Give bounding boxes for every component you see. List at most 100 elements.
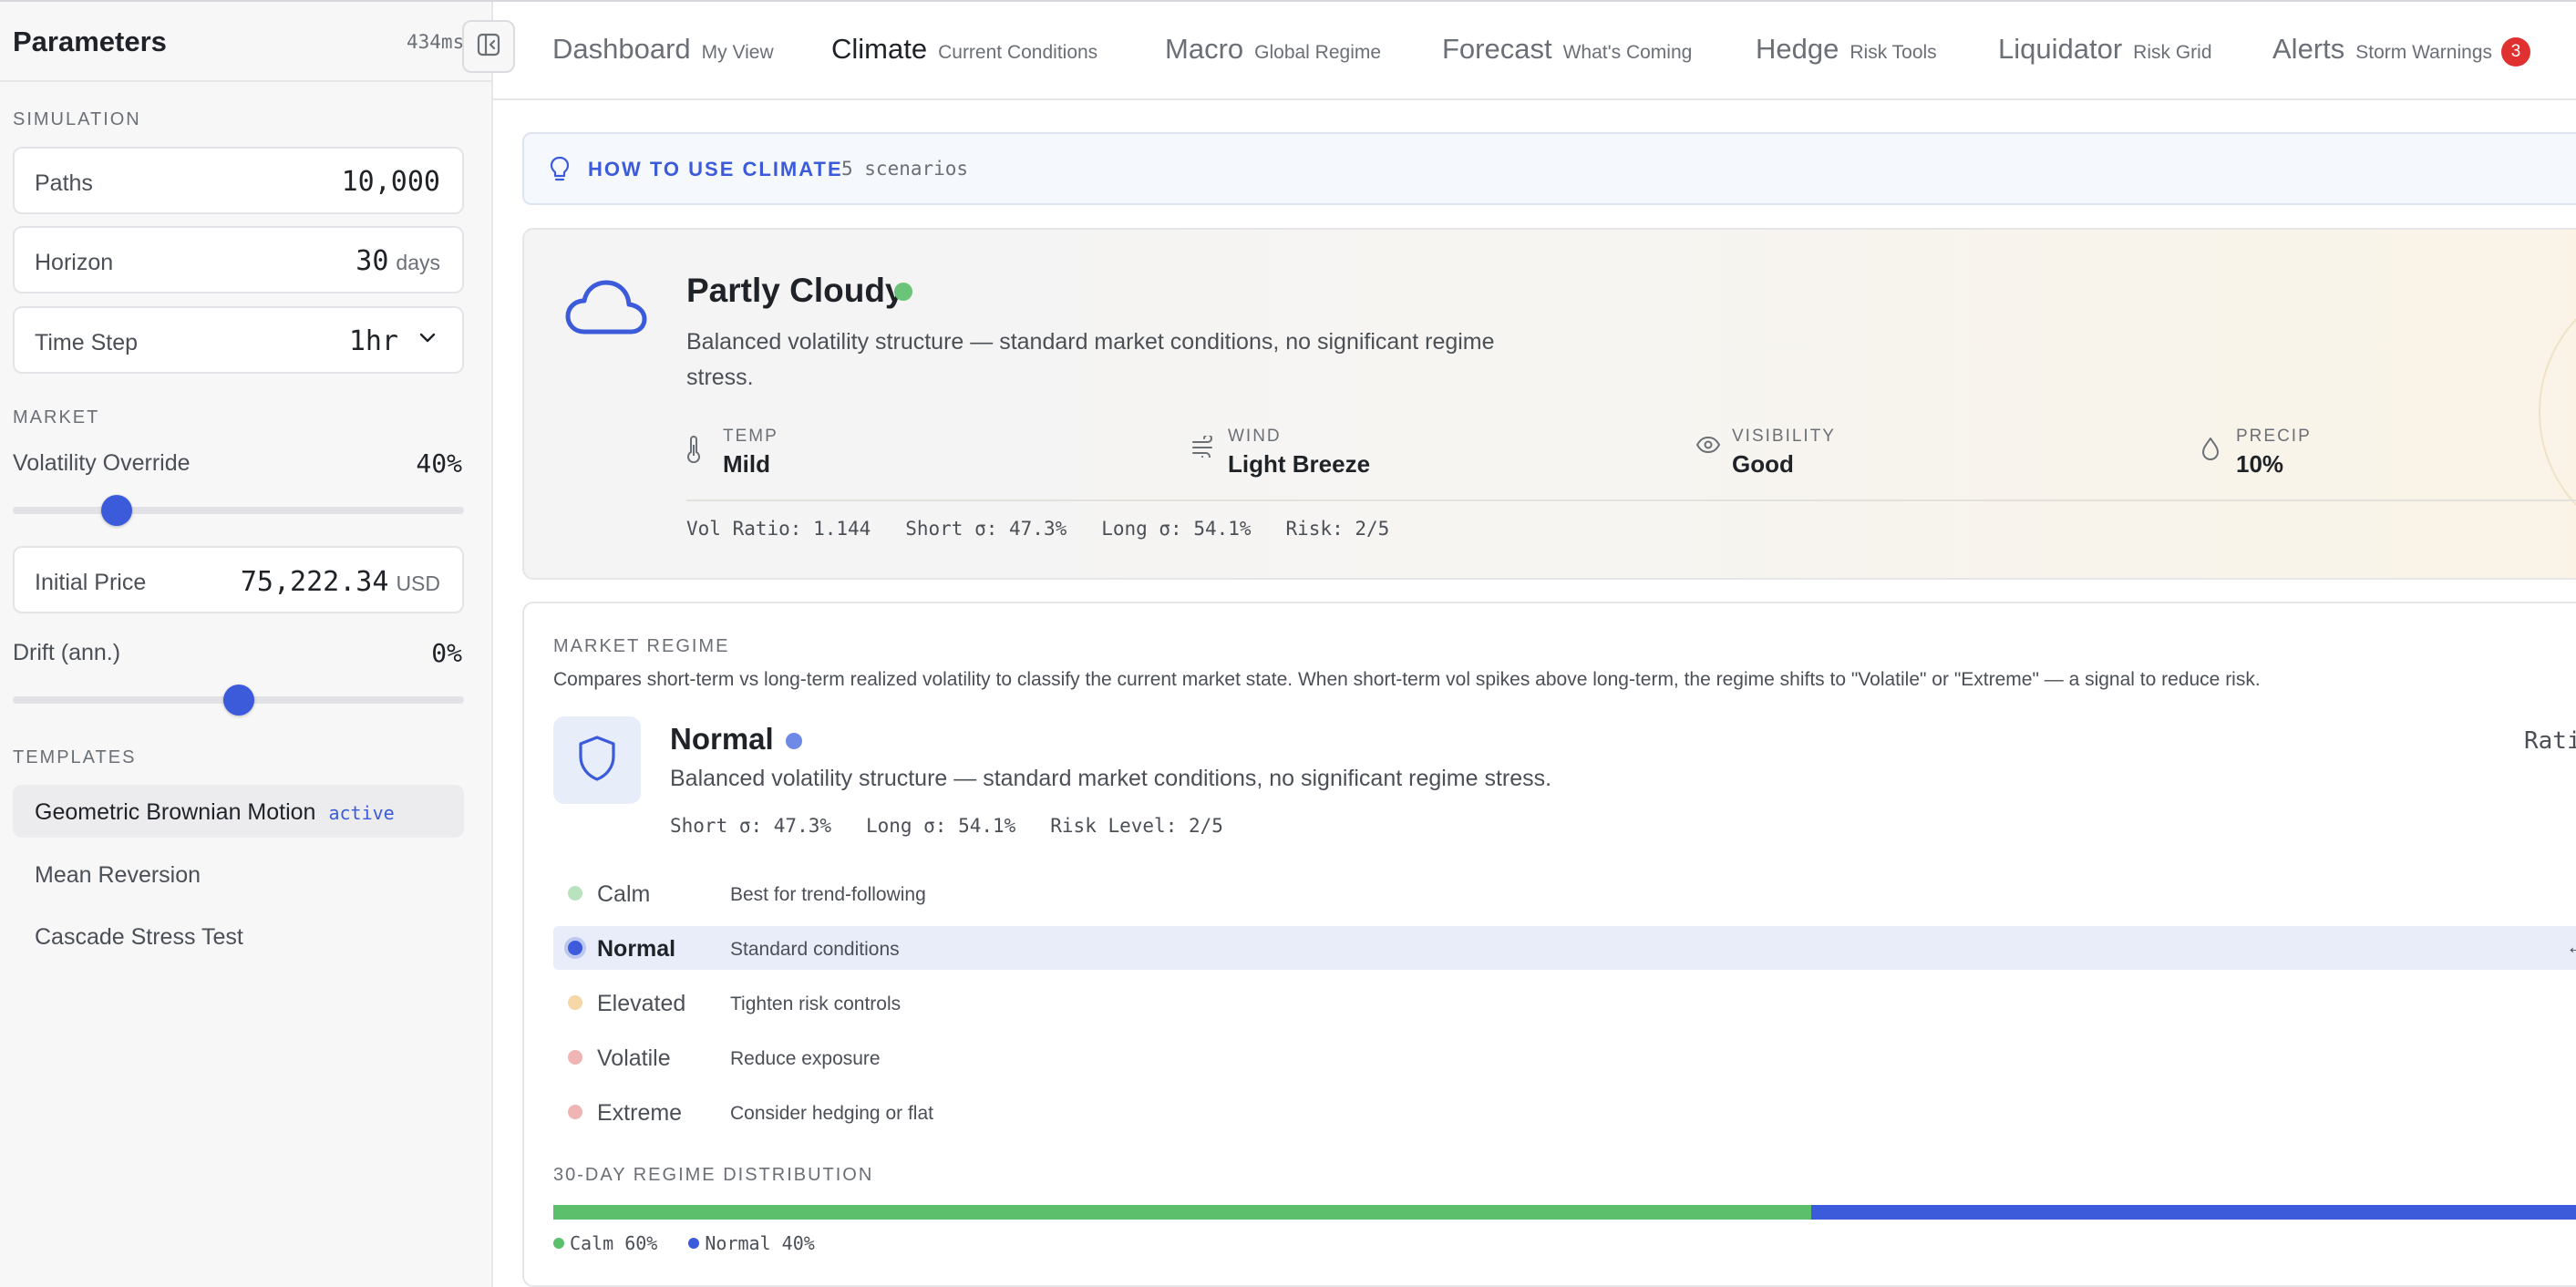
initial-price-unit: USD (396, 571, 440, 595)
paths-field[interactable]: Paths 10,000 (13, 147, 464, 214)
long-sigma-stat: Long σ: 54.1% (865, 815, 1016, 837)
metric-label: WIND (1228, 427, 1282, 446)
weather-divider (686, 499, 2576, 501)
legend-item-normal: Normal 40% (688, 1232, 815, 1254)
paths-value[interactable]: 10,000 (342, 166, 440, 198)
tab-dashboard[interactable]: Dashboard My View (552, 33, 774, 66)
ratio-label: Rati (2524, 727, 2576, 755)
template-label: Geometric Brownian Motion active (35, 799, 395, 826)
tab-liquidator[interactable]: Liquidator Risk Grid (1998, 33, 2212, 66)
level-description: Best for trend-following (730, 884, 926, 905)
tab-alerts[interactable]: Alerts Storm Warnings 3 (2272, 33, 2531, 67)
tab-label: Climate (831, 33, 928, 65)
level-dot (568, 1105, 582, 1119)
tab-sublabel: My View (701, 42, 774, 63)
window-top-border (0, 0, 2576, 2)
level-description: Tighten risk controls (730, 994, 902, 1014)
vol-ratio-stat: Vol Ratio: 1.144 (686, 518, 871, 540)
regime-level-calm[interactable]: Calm Best for trend-following (553, 871, 2576, 915)
metric-label: PRECIP (2236, 427, 2312, 446)
tab-sublabel: What's Coming (1562, 42, 1693, 63)
legend-dot (688, 1238, 700, 1249)
level-dot (568, 1050, 582, 1065)
droplet-icon (2200, 436, 2221, 466)
regime-level-volatile[interactable]: Volatile Reduce exposure (553, 1035, 2576, 1079)
tab-label: Macro (1165, 33, 1244, 65)
regime-icon-tile (553, 716, 641, 804)
tab-macro[interactable]: Macro Global Regime (1165, 33, 1381, 66)
simulation-section-label: SIMULATION (13, 109, 141, 129)
level-name: Calm (597, 881, 651, 907)
distribution-segment-normal (1811, 1205, 2576, 1220)
horizon-input[interactable]: 30 days (355, 245, 440, 277)
drift-label: Drift (ann.) (13, 640, 121, 665)
level-name: Volatile (597, 1045, 671, 1071)
level-description: Reduce exposure (730, 1048, 881, 1069)
weather-condition-title: Partly Cloudy (686, 272, 904, 309)
tab-label: Alerts (2272, 33, 2345, 65)
regime-title: Normal (670, 722, 774, 756)
distribution-label: 30-DAY REGIME DISTRIBUTION (553, 1165, 874, 1185)
tab-label: Hedge (1756, 33, 1839, 65)
distribution-segment-calm (553, 1205, 1811, 1220)
paths-label: Paths (35, 170, 93, 196)
simulation-timing: 434ms (407, 31, 465, 53)
level-name: Extreme (597, 1100, 683, 1126)
collapse-sidebar-button[interactable] (462, 20, 515, 73)
horizon-label: Horizon (35, 250, 114, 275)
initial-price-value[interactable]: 75,222.34 (241, 566, 389, 598)
regime-level-extreme[interactable]: Extreme Consider hedging or flat (553, 1090, 2576, 1134)
metric-label: VISIBILITY (1732, 427, 1836, 446)
scenario-count: 5 scenarios (841, 158, 969, 180)
volatility-slider[interactable] (13, 495, 464, 526)
level-dot (568, 886, 582, 901)
shield-icon (577, 735, 617, 787)
metric-value: 10% (2236, 450, 2284, 478)
template-cascade-stress-test[interactable]: Cascade Stress Test (13, 910, 464, 963)
sidebar-header: Parameters 434ms (0, 0, 491, 82)
regime-section-label: MARKET REGIME (553, 636, 730, 656)
time-step-label: Time Step (35, 330, 139, 355)
level-name: Normal (597, 936, 676, 962)
regime-level-normal[interactable]: Normal Standard conditions ← (553, 926, 2576, 970)
drift-slider[interactable] (13, 685, 464, 716)
time-step-value: 1hr (348, 325, 398, 357)
tab-forecast[interactable]: Forecast What's Coming (1442, 33, 1692, 66)
weather-stats-line: Vol Ratio: 1.144 Short σ: 47.3% Long σ: … (686, 518, 1389, 540)
eye-icon (1695, 436, 1721, 458)
risk-stat: Risk: 2/5 (1285, 518, 1390, 540)
time-step-select[interactable]: Time Step 1hr (13, 306, 464, 374)
thermometer-icon (686, 436, 701, 468)
regime-explanation: Compares short-term vs long-term realize… (553, 669, 2261, 690)
market-regime-card: MARKET REGIME Compares short-term vs lon… (522, 602, 2576, 1287)
level-description: Consider hedging or flat (730, 1103, 933, 1124)
metric-value: Good (1732, 450, 1794, 478)
lightbulb-icon (550, 156, 570, 188)
top-navigation: Dashboard My View Climate Current Conditio… (493, 0, 2576, 100)
cloud-icon (564, 277, 648, 342)
wind-icon (1191, 434, 1217, 462)
climate-conditions-card: Partly Cloudy Balanced volatility struct… (522, 228, 2576, 580)
how-to-title: HOW TO USE CLIMATE (588, 158, 843, 180)
active-badge: active (328, 802, 395, 824)
horizon-value[interactable]: 30 (355, 245, 388, 277)
condition-status-dot (894, 283, 912, 301)
template-label: Mean Reversion (35, 862, 201, 888)
drift-slider-thumb[interactable] (222, 685, 254, 716)
template-geometric-brownian-motion[interactable]: Geometric Brownian Motion active (13, 785, 464, 838)
volatility-slider-thumb[interactable] (100, 495, 132, 526)
metric-value: Light Breeze (1228, 450, 1371, 478)
regime-description: Balanced volatility structure — standard… (670, 766, 1552, 791)
how-to-use-banner[interactable]: HOW TO USE CLIMATE 5 scenarios (522, 132, 2576, 205)
tab-sublabel: Risk Grid (2133, 42, 2212, 63)
horizon-field[interactable]: Horizon 30 days (13, 226, 464, 293)
regime-level-elevated[interactable]: Elevated Tighten risk controls (553, 981, 2576, 1024)
initial-price-field[interactable]: Initial Price 75,222.34 USD (13, 546, 464, 613)
short-sigma-stat: Short σ: 47.3% (905, 518, 1067, 540)
tab-climate[interactable]: Climate Current Conditions (831, 33, 1097, 66)
chevron-down-icon[interactable] (418, 332, 437, 349)
tab-sublabel: Current Conditions (938, 42, 1098, 63)
tab-hedge[interactable]: Hedge Risk Tools (1756, 33, 1937, 66)
level-description: Standard conditions (730, 939, 900, 960)
template-mean-reversion[interactable]: Mean Reversion (13, 848, 464, 901)
